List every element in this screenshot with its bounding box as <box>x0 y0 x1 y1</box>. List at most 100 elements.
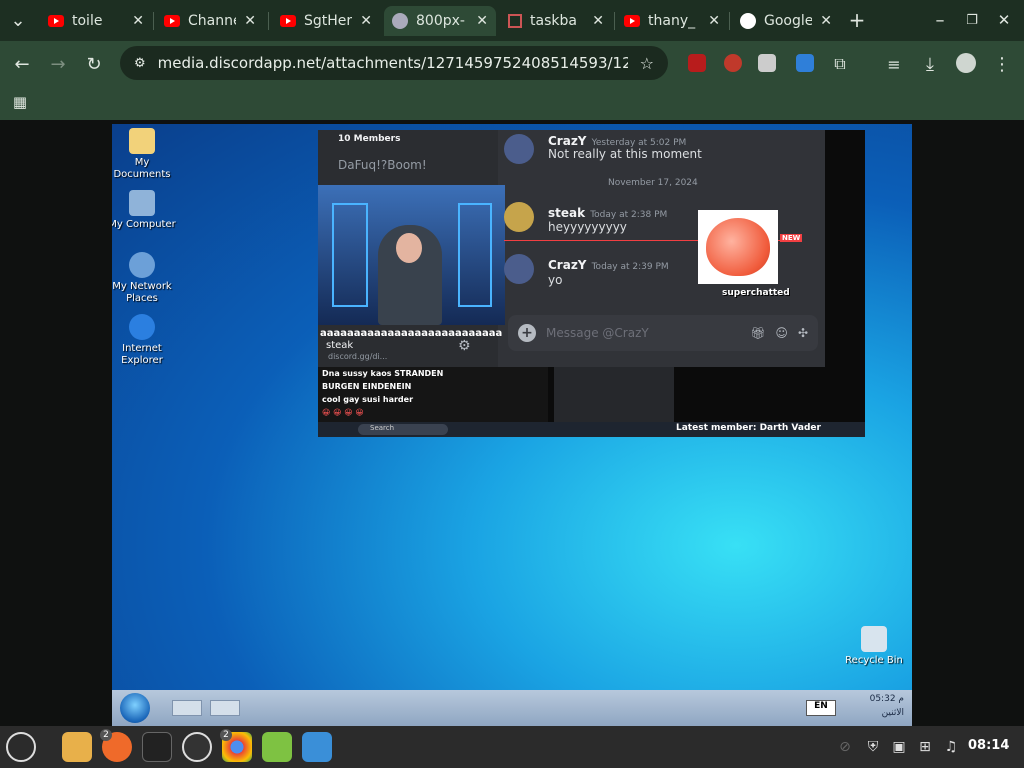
icon-label: My Computer <box>112 219 176 230</box>
author-name: steak <box>548 206 586 220</box>
site-info-icon[interactable]: ⚙ <box>134 56 146 71</box>
download-icon[interactable]: ⤓ <box>916 50 944 78</box>
channel-text: DaFuq!?Boom! <box>338 158 427 172</box>
forward-button[interactable]: → <box>44 50 72 78</box>
user-name: steak <box>326 340 354 351</box>
my-computer-icon: My Computer <box>112 190 178 231</box>
tab-6[interactable]: thany_ ✕ <box>616 6 728 36</box>
close-icon[interactable]: ✕ <box>592 13 604 29</box>
clipboard-icon[interactable]: ▣ <box>890 738 908 756</box>
recycle-bin-icon: Recycle Bin <box>838 626 910 667</box>
mint-menu-icon[interactable] <box>6 732 36 762</box>
overlay-text: aaaaaaaaaaaaaaaaaaaaaaaaaaa <box>320 328 503 339</box>
close-icon[interactable]: ✕ <box>708 13 720 29</box>
ublock-icon[interactable] <box>688 54 706 72</box>
superchat-text: superchatted <box>722 288 790 298</box>
text-editor-icon[interactable] <box>302 732 332 762</box>
icon-label: My Documents <box>113 157 171 180</box>
add-attachment-icon[interactable]: + <box>518 324 536 342</box>
minimize-button[interactable]: – <box>926 6 954 34</box>
avatar <box>504 254 534 284</box>
latest-member: Latest member: Darth Vader <box>676 423 821 433</box>
tab-label: toile <box>72 13 103 29</box>
youtube-icon <box>48 15 64 27</box>
music-icon[interactable]: ♫ <box>942 738 960 756</box>
taskbar-day: الاثنين <box>881 708 904 718</box>
shield-icon[interactable]: ⛨ <box>864 738 882 756</box>
icon-label: Internet Explorer <box>121 343 163 366</box>
new-tab-button[interactable]: + <box>843 6 871 34</box>
webcam-video <box>318 185 505 325</box>
gift-icon[interactable]: 🎁︎ <box>750 326 765 340</box>
blocked-icon[interactable]: ⊘ <box>836 738 854 756</box>
media-queue-icon[interactable]: ≡ <box>880 50 908 78</box>
profile-avatar[interactable] <box>956 53 976 73</box>
tab-divider <box>729 12 730 30</box>
terminal-icon[interactable] <box>142 732 172 762</box>
apps-grid-icon[interactable]: ▦ <box>6 88 34 116</box>
chat-line: Dna sussy kaos STRANDEN <box>322 369 444 378</box>
url-text[interactable]: media.discordapp.net/attachments/1271459… <box>158 54 628 72</box>
tab-2[interactable]: Channe ✕ <box>156 6 264 36</box>
puzzle-icon[interactable]: ⧉ <box>826 50 854 78</box>
discord-window: 10 Members DaFuq!?Boom! aaaaaaaaaaaaaaaa… <box>318 130 825 367</box>
close-icon[interactable]: ✕ <box>820 13 832 29</box>
tab-divider <box>614 12 615 30</box>
address-bar[interactable]: ⚙ media.discordapp.net/attachments/12714… <box>120 46 668 80</box>
tab-label: 800px- <box>416 13 465 29</box>
author-name: CrazY <box>548 258 587 272</box>
message-text: yo <box>548 273 563 287</box>
window-count-badge: 2 <box>100 729 112 741</box>
tab-5[interactable]: taskba ✕ <box>500 6 612 36</box>
neon-frame <box>458 203 492 307</box>
emoji-icon[interactable]: ☺ <box>775 326 788 340</box>
message-input[interactable]: Message @CrazY <box>546 326 740 340</box>
reload-button[interactable]: ↻ <box>80 50 108 78</box>
tab-label: taskba <box>530 13 577 29</box>
neon-frame <box>332 203 368 307</box>
close-icon[interactable]: ✕ <box>360 13 372 29</box>
bookmarks-bar <box>0 85 1024 120</box>
chat-line: 😀 😀 😀 😀 <box>322 408 364 417</box>
tab-4-active[interactable]: 800px- ✕ <box>384 6 496 36</box>
youtube-icon <box>624 15 640 27</box>
network-icon[interactable]: ⊞ <box>916 738 934 756</box>
tab-divider <box>268 12 269 30</box>
panel-clock[interactable]: 08:14 <box>968 738 1009 753</box>
close-icon[interactable]: ✕ <box>476 13 488 29</box>
files-icon[interactable] <box>62 732 92 762</box>
close-icon[interactable]: ✕ <box>132 13 144 29</box>
timestamp: Today at 2:38 PM <box>590 210 668 220</box>
tab-divider <box>153 12 154 30</box>
tab-7[interactable]: Google ✕ <box>732 6 840 36</box>
message-text: heyyyyyyyyy <box>548 220 627 234</box>
restore-button[interactable]: ❐ <box>958 6 986 34</box>
close-icon[interactable]: ✕ <box>244 13 256 29</box>
close-window-button[interactable]: ✕ <box>990 6 1018 34</box>
extension-blue-icon[interactable] <box>796 54 814 72</box>
message-composer[interactable]: + Message @CrazY 🎁︎ ☺ ✣ <box>508 315 818 351</box>
window-count-badge: 2 <box>220 729 232 741</box>
cookie-extension-icon[interactable] <box>724 54 742 72</box>
avatar <box>504 134 534 164</box>
apps-icon[interactable]: ✣ <box>798 326 808 340</box>
youtube-icon <box>280 15 296 27</box>
bookmark-star-icon[interactable]: ☆ <box>640 54 654 73</box>
youtube-icon <box>164 15 180 27</box>
menu-icon[interactable]: ⋮ <box>988 50 1016 78</box>
calculator-icon[interactable] <box>262 732 292 762</box>
desktop-screenshot[interactable]: My Documents My Computer My Network Plac… <box>112 124 912 726</box>
new-badge: NEW <box>780 234 803 242</box>
tab-3[interactable]: SgtHer ✕ <box>272 6 380 36</box>
inner-search: Search <box>358 424 448 435</box>
back-button[interactable]: ← <box>8 50 36 78</box>
extension-s-icon[interactable] <box>758 54 776 72</box>
start-orb-icon <box>120 693 150 723</box>
show-desktop-icon <box>172 700 202 716</box>
obs-icon[interactable] <box>182 732 212 762</box>
message-text: Not really at this moment <box>548 147 702 161</box>
win7-taskbar: EN 05:32 م الاثنين <box>112 690 912 726</box>
network-places-icon: My Network Places <box>112 252 178 305</box>
tab-search-button[interactable]: ⌄ <box>4 6 32 34</box>
tab-1[interactable]: toile ✕ <box>40 6 152 36</box>
